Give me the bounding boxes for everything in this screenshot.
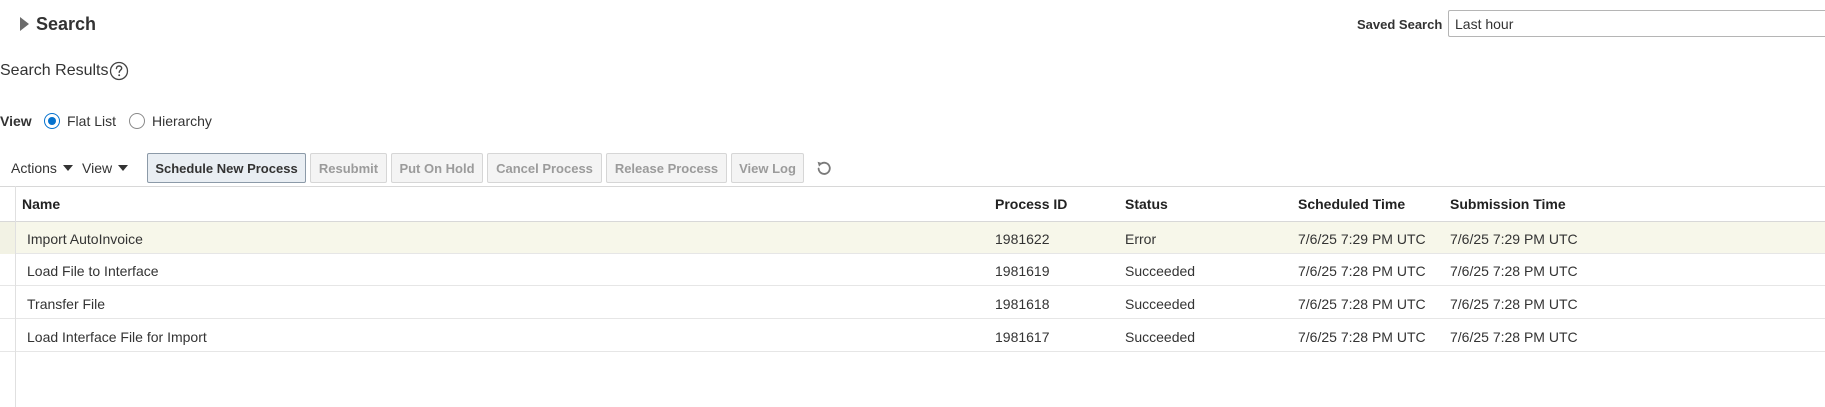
table-row[interactable]: Import AutoInvoice 1981622 Error 7/6/25 … — [0, 222, 1825, 254]
row-name: Import AutoInvoice — [27, 231, 143, 247]
flat-list-radio[interactable] — [44, 113, 60, 129]
row-name: Load Interface File for Import — [27, 329, 207, 345]
row-status: Error — [1125, 231, 1157, 247]
search-section-title[interactable]: Search — [36, 14, 96, 35]
row-name: Load File to Interface — [27, 263, 159, 279]
row-process-id: 1981618 — [995, 296, 1050, 312]
row-submission-time: 7/6/25 7:28 PM UTC — [1450, 263, 1578, 279]
actions-menu-label: Actions — [11, 160, 57, 176]
view-log-button[interactable]: View Log — [731, 153, 804, 183]
row-scheduled-time: 7/6/25 7:28 PM UTC — [1298, 263, 1426, 279]
view-label: View — [0, 113, 32, 129]
row-submission-time: 7/6/25 7:29 PM UTC — [1450, 231, 1578, 247]
schedule-new-process-button[interactable]: Schedule New Process — [147, 153, 306, 183]
row-name: Transfer File — [27, 296, 106, 312]
view-menu[interactable]: View — [82, 160, 129, 176]
column-header-status[interactable]: Status — [1125, 196, 1168, 212]
row-process-id: 1981617 — [995, 329, 1050, 345]
row-selection-indicator — [0, 222, 15, 254]
column-header-process-id[interactable]: Process ID — [995, 196, 1067, 212]
search-results-title: Search Results — [0, 62, 109, 79]
resubmit-button[interactable]: Resubmit — [310, 153, 387, 183]
row-scheduled-time: 7/6/25 7:28 PM UTC — [1298, 296, 1426, 312]
table-row[interactable]: Transfer File 1981618 Succeeded 7/6/25 7… — [0, 287, 1825, 319]
put-on-hold-button[interactable]: Put On Hold — [391, 153, 483, 183]
column-header-scheduled-time[interactable]: Scheduled Time — [1298, 196, 1405, 212]
caret-down-icon — [118, 165, 129, 171]
row-process-id: 1981622 — [995, 231, 1050, 247]
row-submission-time: 7/6/25 7:28 PM UTC — [1450, 296, 1578, 312]
release-process-button[interactable]: Release Process — [606, 153, 727, 183]
row-scheduled-time: 7/6/25 7:29 PM UTC — [1298, 231, 1426, 247]
row-status: Succeeded — [1125, 263, 1196, 279]
table-left-divider — [15, 186, 16, 407]
refresh-icon[interactable] — [814, 158, 834, 178]
flat-list-label[interactable]: Flat List — [67, 113, 116, 129]
table-row[interactable]: Load Interface File for Import 1981617 S… — [0, 320, 1825, 352]
row-process-id: 1981619 — [995, 263, 1050, 279]
hierarchy-label[interactable]: Hierarchy — [152, 113, 212, 129]
caret-down-icon — [62, 165, 73, 171]
table-row[interactable]: Load File to Interface 1981619 Succeeded… — [0, 254, 1825, 286]
cancel-process-button[interactable]: Cancel Process — [487, 153, 602, 183]
column-header-name[interactable]: Name — [22, 196, 60, 212]
saved-search-label: Saved Search — [1357, 17, 1443, 32]
actions-menu[interactable]: Actions — [11, 160, 73, 176]
hierarchy-radio[interactable] — [129, 113, 145, 129]
view-menu-label: View — [82, 160, 113, 176]
row-submission-time: 7/6/25 7:28 PM UTC — [1450, 329, 1578, 345]
row-scheduled-time: 7/6/25 7:28 PM UTC — [1298, 329, 1426, 345]
help-icon[interactable] — [109, 61, 129, 81]
saved-search-select[interactable]: Last hour — [1448, 10, 1825, 37]
expand-triangle-icon[interactable] — [20, 17, 29, 31]
row-status: Succeeded — [1125, 329, 1196, 345]
column-header-submission-time[interactable]: Submission Time — [1450, 196, 1566, 212]
table-header-top-border — [0, 186, 1825, 187]
row-status: Succeeded — [1125, 296, 1196, 312]
